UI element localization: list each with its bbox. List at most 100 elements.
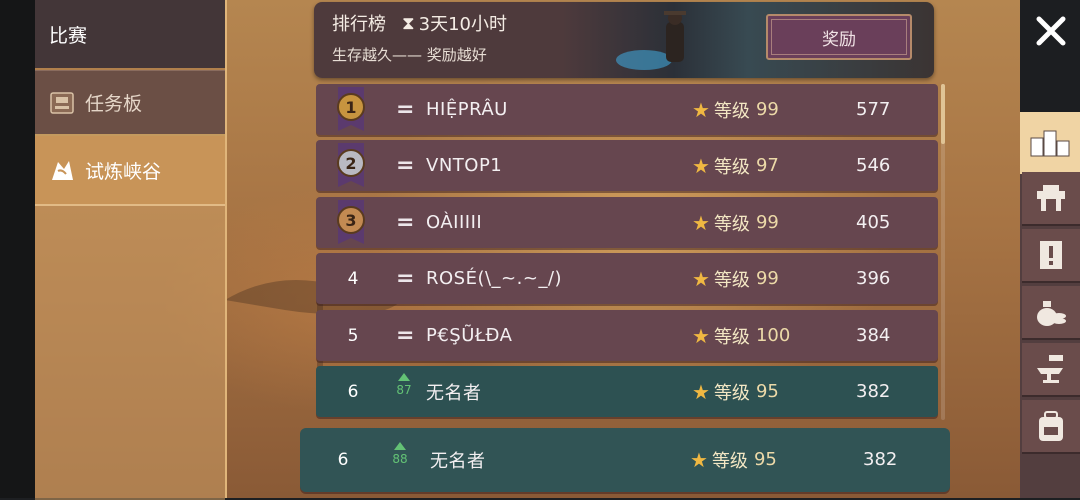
svg-text:1: 1 <box>345 98 356 117</box>
level-value: 95 <box>753 449 777 470</box>
player-level: ★ 等级 95 <box>690 434 777 485</box>
menu-divider <box>225 0 227 498</box>
star-icon: ★ <box>692 97 710 122</box>
player-name: HIỆPRÂU <box>426 99 508 120</box>
banner-title: 排行榜 <box>332 14 386 35</box>
player-level: ★ 等级 99 <box>692 197 779 248</box>
rank-medal-icon: 1 <box>337 87 365 131</box>
star-icon: ★ <box>690 447 708 472</box>
rank-medal-icon: 2 <box>337 143 365 187</box>
level-prefix: 等级 <box>713 100 750 122</box>
banner-timer: ⧗ 3天10小时 <box>402 10 507 36</box>
leaderboard-row[interactable]: 2 = VNTOP1 ★ 等级 97 546 <box>316 140 938 191</box>
tool-leaderboard-button[interactable] <box>1020 112 1080 174</box>
player-name: ROSÉ(\_~.~_/) <box>426 268 563 289</box>
rank-number: 5 <box>347 325 359 346</box>
rank-change-unchanged: = <box>396 210 415 235</box>
tool-button-forge-anvil-table[interactable] <box>1022 172 1080 226</box>
rank-number: 4 <box>347 268 359 289</box>
player-score: 396 <box>856 268 891 289</box>
hourglass-icon: ⧗ <box>402 12 415 34</box>
menu-header: 比赛 <box>35 0 225 68</box>
player-name: 无名者 <box>430 450 486 472</box>
rank-change-unchanged: = <box>396 266 415 291</box>
level-prefix: 等级 <box>711 450 748 472</box>
star-icon: ★ <box>692 266 710 291</box>
leaderboard-banner: 排行榜 ⧗ 3天10小时 生存越久—— 奖励越好 奖励 <box>314 2 934 78</box>
leaderboard-podium-icon <box>1030 130 1070 157</box>
player-level: ★ 等级 100 <box>692 310 790 361</box>
coin-bag-icon <box>1037 301 1066 326</box>
tool-button-coin-bag[interactable] <box>1022 286 1080 340</box>
player-name: VNTOP1 <box>426 155 503 176</box>
close-button[interactable] <box>1026 8 1076 54</box>
reward-button-label: 奖励 <box>822 29 856 50</box>
rank-change-unchanged: = <box>396 97 415 122</box>
scrollbar-thumb[interactable] <box>941 84 945 144</box>
level-value: 99 <box>755 212 779 233</box>
timer-text: 3天10小时 <box>418 14 507 35</box>
menu-item-label: 试炼峡谷 <box>85 160 162 183</box>
trial-canyon-icon <box>49 157 75 183</box>
close-icon <box>1036 16 1066 46</box>
player-level: ★ 等级 99 <box>692 84 779 135</box>
player-score: 382 <box>856 381 891 402</box>
rank-change-value: 88 <box>392 452 408 466</box>
quest-scroll-icon <box>1040 241 1062 269</box>
player-score: 577 <box>856 99 891 120</box>
rank-change-value: 87 <box>396 383 412 397</box>
player-name: OÀIIIII <box>426 212 483 233</box>
level-prefix: 等级 <box>713 213 750 235</box>
up-arrow-icon <box>398 373 410 381</box>
anvil-hammer-icon <box>1037 355 1063 383</box>
up-arrow-icon <box>394 442 406 450</box>
star-icon: ★ <box>692 153 710 178</box>
star-icon: ★ <box>692 379 710 404</box>
player-name: 无名者 <box>426 382 482 404</box>
rank-change-up: 88 <box>388 442 412 466</box>
level-prefix: 等级 <box>713 269 750 291</box>
leaderboard-row[interactable]: 5 = P€ŞŨŁĐA ★ 等级 100 384 <box>316 310 938 361</box>
forge-anvil-table-icon <box>1037 185 1065 211</box>
level-value: 99 <box>755 268 779 289</box>
menu-header-label: 比赛 <box>49 24 88 47</box>
backpack-icon <box>1039 411 1063 441</box>
rank-medal-icon: 3 <box>337 200 365 244</box>
player-level: ★ 等级 99 <box>692 253 779 304</box>
level-prefix: 等级 <box>713 156 750 178</box>
menu-item-trial-canyon[interactable]: 试炼峡谷 <box>35 136 225 204</box>
pinned-self-row[interactable]: 6 88 无名者 ★ 等级 95 382 <box>300 428 950 492</box>
rank-change-unchanged: = <box>396 153 415 178</box>
side-menu: 比赛 任务板 试炼峡谷 <box>35 0 225 500</box>
left-edge <box>0 0 35 498</box>
menu-item-label: 任务板 <box>85 93 143 115</box>
leaderboard-row[interactable]: 6 87 无名者 ★ 等级 95 382 <box>316 366 938 417</box>
level-value: 100 <box>755 325 791 346</box>
player-level: ★ 等级 97 <box>692 140 779 191</box>
rank-number: 6 <box>337 449 349 470</box>
level-prefix: 等级 <box>713 382 750 404</box>
tool-button-backpack[interactable] <box>1022 400 1080 454</box>
leaderboard-row[interactable]: 3 = OÀIIIII ★ 等级 99 405 <box>316 197 938 248</box>
svg-text:2: 2 <box>345 154 356 173</box>
tool-button-quest-scroll[interactable] <box>1022 229 1080 283</box>
level-prefix: 等级 <box>713 326 750 348</box>
star-icon: ★ <box>692 323 710 348</box>
level-value: 97 <box>755 155 779 176</box>
menu-item-task-board[interactable]: 任务板 <box>35 70 225 136</box>
rank-change-unchanged: = <box>396 323 415 348</box>
rank-number: 6 <box>347 381 359 402</box>
tool-button-anvil-hammer[interactable] <box>1022 343 1080 397</box>
menu-empty-area <box>35 204 225 500</box>
star-icon: ★ <box>692 210 710 235</box>
player-level: ★ 等级 95 <box>692 366 779 417</box>
leaderboard-row[interactable]: 4 = ROSÉ(\_~.~_/) ★ 等级 99 396 <box>316 253 938 304</box>
adventurer-illustration <box>616 11 686 70</box>
banner-subtitle: 生存越久—— 奖励越好 <box>332 46 487 64</box>
svg-text:3: 3 <box>345 211 356 230</box>
leaderboard-row[interactable]: 1 = HIỆPRÂU ★ 等级 99 577 <box>316 84 938 135</box>
player-score: 384 <box>856 325 891 346</box>
level-value: 95 <box>755 381 779 402</box>
level-value: 99 <box>755 99 779 120</box>
reward-button[interactable]: 奖励 <box>766 14 912 60</box>
